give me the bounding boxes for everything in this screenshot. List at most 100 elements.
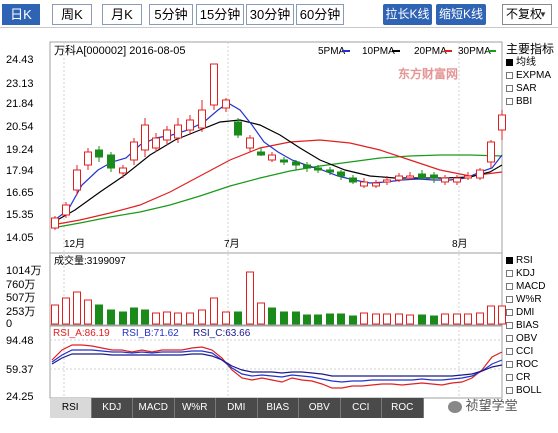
sub-indicator-dmi[interactable]: DMI [506,306,558,319]
wechat-text: 祯望学堂 [465,398,518,413]
sub-indicator-bias[interactable]: BIAS [506,319,558,332]
price-tick: 15.35 [6,209,34,221]
tab-obv[interactable]: OBV [299,398,341,418]
checkbox-icon [506,374,513,381]
volume-bar [119,311,127,325]
main-indicator-2[interactable]: SAR [506,82,558,95]
sub-indicator-rsi[interactable]: RSI [506,254,558,267]
sub-indicator-wpctr[interactable]: W%R [506,293,558,306]
volume-bar [314,314,322,325]
rsi-tick: 59.37 [6,364,34,376]
volume-bar [292,311,300,325]
candle-body [314,167,322,171]
sub-indicator-cci[interactable]: CCI [506,345,558,358]
main-indicator-1[interactable]: EXPMA [506,69,558,82]
candle-body [107,154,115,169]
volume-tick: 253万 [6,306,35,318]
volume-bar [487,305,495,325]
price-tick: 14.05 [6,232,34,244]
rsi-tick: 94.48 [6,335,34,347]
tab-dmi[interactable]: DMI [216,398,258,418]
rsi-c-label: RSI_C:63.66 [193,328,251,339]
checkbox-icon [506,257,513,264]
volume-tick: 1014万 [6,265,41,277]
candle-body [395,175,403,181]
volume-bar [107,309,115,325]
price-tick: 21.84 [6,98,34,110]
tab-kdj[interactable]: KDJ [91,398,133,418]
checkbox-icon [506,361,513,368]
sub-indicator-macd[interactable]: MACD [506,280,558,293]
sub-indicator-label: RSI [516,255,533,266]
volume-bar [84,299,92,325]
candle-body [360,181,368,187]
main-indicator-label: SAR [516,83,537,94]
volume-bar [130,307,138,325]
candle-body [95,149,103,158]
legend-30pma: 30PMA [458,46,491,57]
volume-bar [246,271,254,325]
volume-bar [174,312,182,325]
sub-indicator-label: CCI [516,346,534,357]
volume-bar [280,311,288,325]
volume-bar [498,305,506,325]
volume-bar [303,314,311,325]
sub-indicator-label: W%R [516,294,542,305]
volume-bar [326,313,334,325]
volume-tick: 760万 [6,279,35,291]
rsi-panel [49,325,503,399]
legend-20pma: 20PMA [414,46,447,57]
tab-bias[interactable]: BIAS [257,398,299,418]
candle-body [198,109,206,129]
volume-label: 成交量:3199097 [54,254,126,267]
checkbox-icon [506,335,513,342]
candle-body [246,137,254,149]
candle-body [372,182,380,187]
price-axis: 24.43 23.13 21.84 20.54 19.24 17.94 16.65 15.35… [6,54,34,244]
volume-bar [349,315,357,325]
checkbox-icon [506,270,513,277]
volume-bar [406,314,414,325]
sub-indicator-kdj[interactable]: KDJ [506,267,558,280]
sub-indicator-label: ROC [516,359,539,370]
x-label-jul: 7月 [224,238,240,250]
sub-indicator-label: BIAS [516,320,539,331]
volume-bar [337,313,345,325]
rsi-axis: 94.48 59.37 24.25 [6,335,34,403]
main-indicator-3[interactable]: BBI [506,95,558,108]
tab-roc[interactable]: ROC [382,398,424,418]
volume-bar [141,309,149,325]
sub-indicator-cr[interactable]: CR [506,371,558,384]
candle-body [303,164,311,169]
candle-body [406,175,414,179]
checkbox-icon [506,387,513,394]
sub-indicator-label: OBV [516,333,538,344]
sub-indicator-roc[interactable]: ROC [506,358,558,371]
candle-body [234,121,242,136]
volume-bar [51,304,59,325]
main-indicator-0[interactable]: 均线 [506,56,558,69]
volume-bar [163,311,171,325]
volume-bar [198,309,206,325]
candle-body [464,175,472,179]
checkbox-icon [506,309,513,316]
price-tick: 24.43 [6,54,34,66]
price-tick: 19.24 [6,144,34,156]
sub-indicator-obv[interactable]: OBV [506,332,558,345]
legend-10pma: 10PMA [362,46,395,57]
candle-body [441,177,449,183]
checkbox-icon [506,322,513,329]
price-tick: 20.54 [6,121,34,133]
volume-bar [453,313,461,325]
tab-rsi[interactable]: RSI [50,398,92,418]
volume-bar [395,313,403,325]
x-label-aug: 8月 [452,238,468,250]
tab-wpctr[interactable]: W%R [174,398,216,418]
legend-5pma: 5PMA [318,46,346,57]
tab-macd[interactable]: MACD [133,398,175,418]
tab-cci[interactable]: CCI [340,398,382,418]
checkbox-icon [506,283,513,290]
main-indicator-label: 均线 [516,57,536,68]
volume-bar [186,312,194,325]
indicator-heading: 主要指标 [506,42,555,56]
